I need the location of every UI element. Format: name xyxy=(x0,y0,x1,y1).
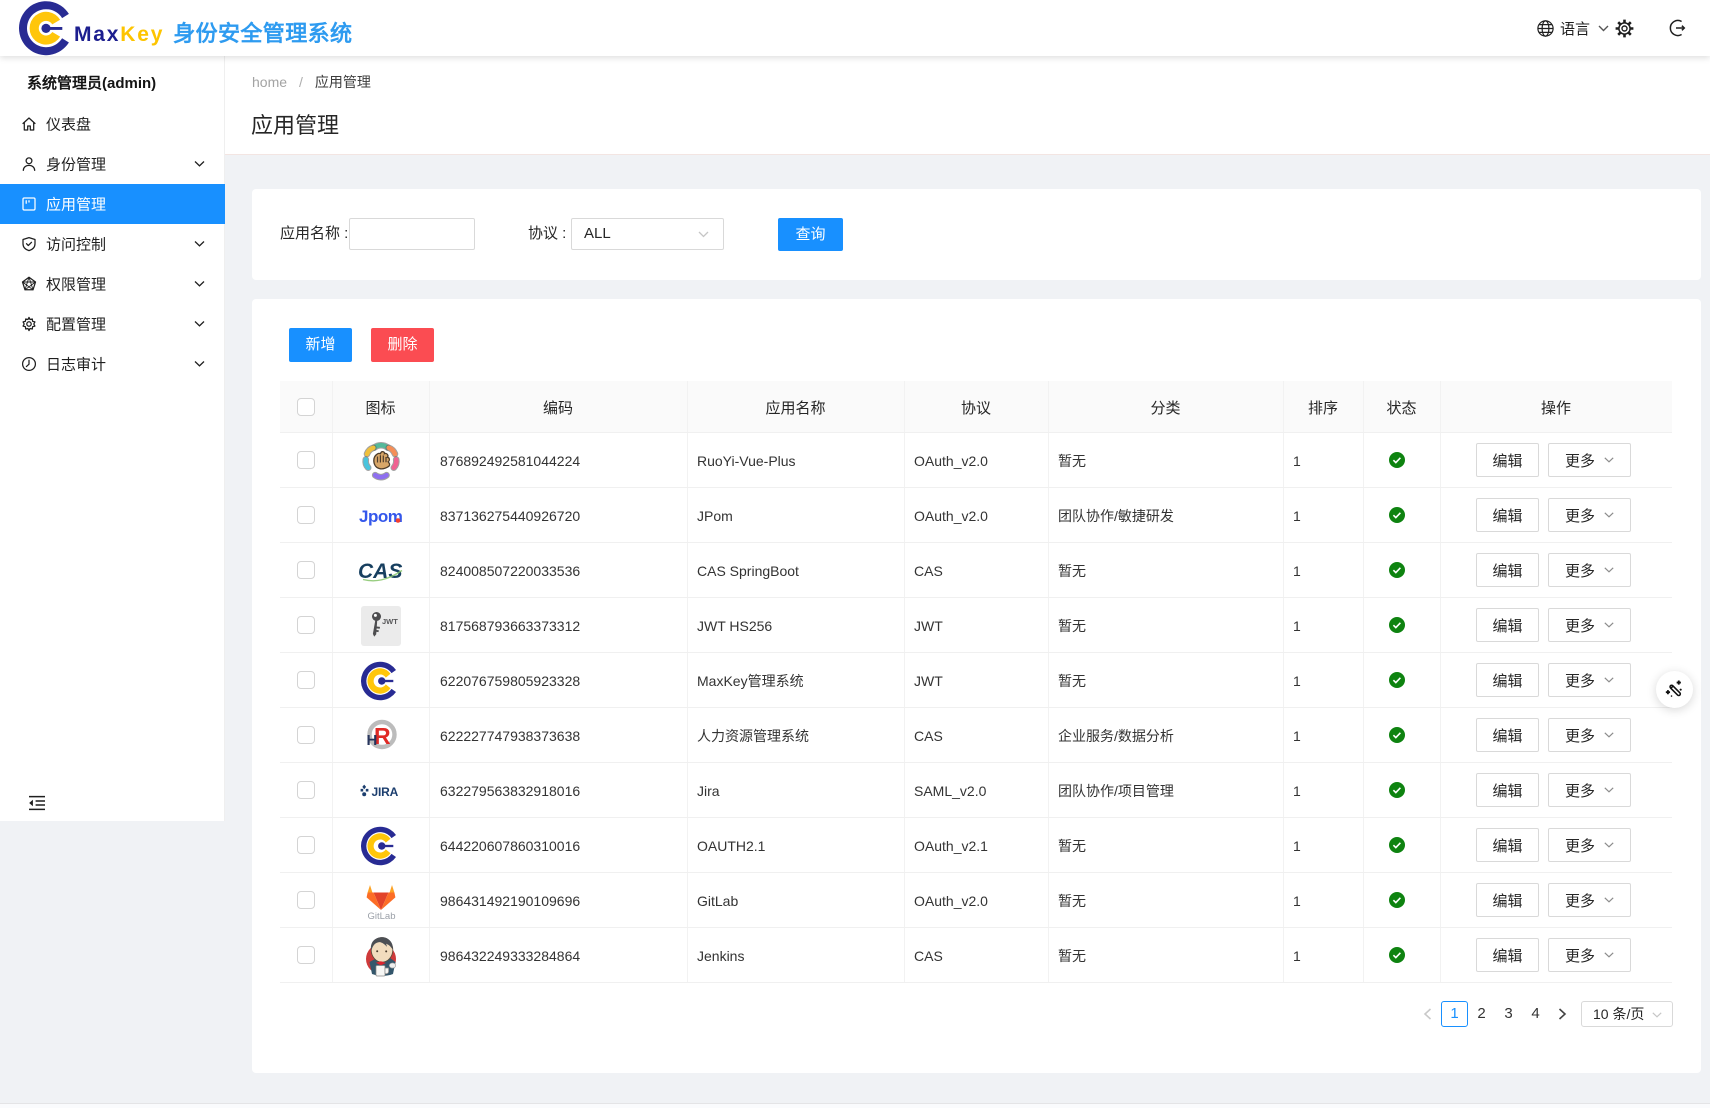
svg-text:Jpom: Jpom xyxy=(359,507,403,526)
svg-text:GitLab: GitLab xyxy=(367,911,395,922)
svg-text:H: H xyxy=(366,732,377,749)
svg-text:JWT: JWT xyxy=(382,617,398,626)
svg-text:JIRA: JIRA xyxy=(371,784,398,798)
